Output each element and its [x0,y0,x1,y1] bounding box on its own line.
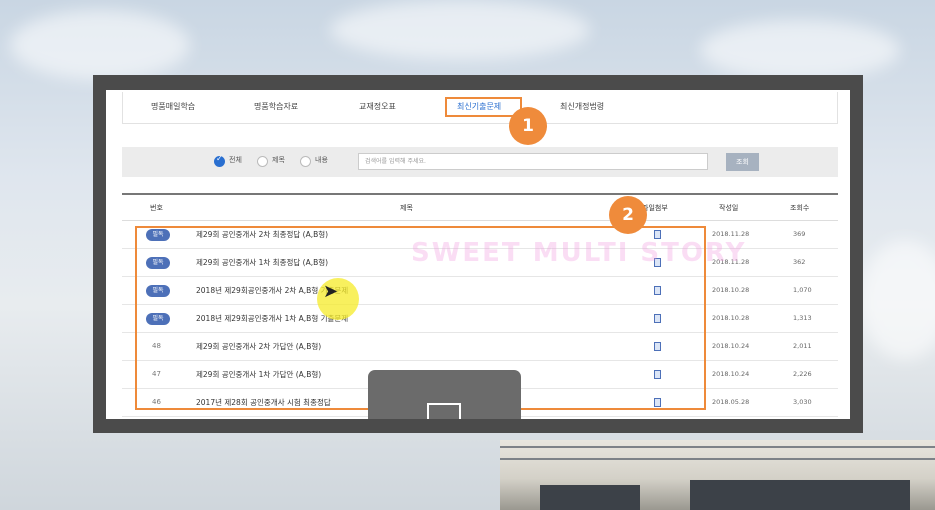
radio-content-label: 내용 [315,156,328,164]
search-bar: 전체 제목 내용 검색어를 입력해 주세요. 조회 [122,147,838,177]
video-overlay-popup [368,370,521,419]
view-count: 3,030 [793,398,812,406]
tab-errata[interactable]: 교재정오표 [359,92,396,122]
radio-all[interactable] [214,154,225,167]
header-date: 작성일 [719,204,739,212]
view-count: 2,011 [793,342,812,350]
screen-frame: 명품매일학습 명품학습자료 교재정오표 최신기출문제 최신개정법령 전체 제목 … [93,75,863,433]
tab-daily-study[interactable]: 명품매일학습 [151,92,195,122]
post-date: 2018.10.24 [712,370,750,378]
header-views: 조회수 [790,204,810,212]
tab-revised-laws[interactable]: 최신개정법령 [560,92,604,122]
view-count: 362 [793,258,806,266]
post-date: 2018.10.28 [712,286,750,294]
radio-content[interactable] [300,156,311,167]
post-date: 2018.10.28 [712,314,750,322]
radio-title[interactable] [257,156,268,167]
cloud [10,10,190,80]
play-icon [427,403,461,419]
search-input[interactable]: 검색어를 입력해 주세요. [358,153,708,170]
radio-all-label: 전체 [229,156,242,164]
cloud [700,20,900,80]
board-panel: 명품매일학습 명품학습자료 교재정오표 최신기출문제 최신개정법령 전체 제목 … [106,90,850,419]
step-1-marker: 1 [509,107,547,145]
view-count: 369 [793,230,806,238]
view-count: 2,226 [793,370,812,378]
header-number: 번호 [150,204,163,212]
post-date: 2018.05.28 [712,398,750,406]
mouse-cursor-icon: ➤ [323,281,339,302]
tab-highlight-box [445,97,522,117]
tab-study-materials[interactable]: 명품학습자료 [254,92,298,122]
step-2-marker: 2 [609,196,647,234]
search-button[interactable]: 조회 [726,153,759,171]
cloud [860,240,935,360]
view-count: 1,313 [793,314,812,322]
post-date: 2018.10.24 [712,342,750,350]
header-title: 제목 [400,204,413,212]
view-count: 1,070 [793,286,812,294]
table-header: 번호 제목 파일첨부 작성일 조회수 [122,193,838,221]
watermark: SWEET MULTI STORY [411,238,747,268]
cloud [330,0,590,60]
building-photo [500,440,935,510]
radio-title-label: 제목 [272,156,285,164]
